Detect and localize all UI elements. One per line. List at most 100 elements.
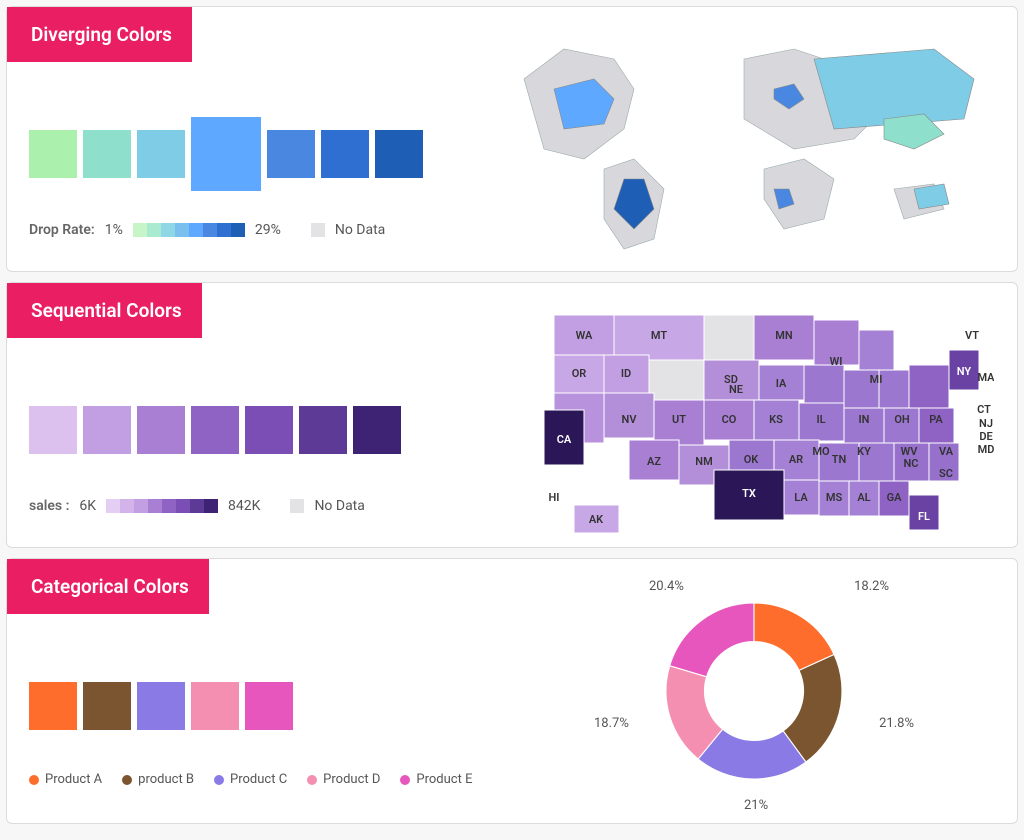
svg-text:NE: NE (729, 383, 743, 396)
nodata-swatch (290, 499, 304, 513)
svg-text:MT: MT (651, 329, 667, 342)
legend-label: Product D (323, 772, 380, 787)
donut-label-d: 18.7% (594, 716, 629, 731)
legend-item: Product D (307, 772, 380, 787)
donut-slice (670, 603, 754, 677)
world-map-area (509, 19, 999, 259)
svg-text:AZ: AZ (647, 455, 661, 468)
color-swatch (375, 130, 423, 178)
color-swatch (29, 682, 77, 730)
donut-label-a: 18.2% (854, 579, 889, 594)
sequential-title-badge: Sequential Colors (7, 283, 202, 338)
color-swatch (29, 406, 77, 454)
diverging-card: Diverging Colors Drop Rate: 1% 29% No Da… (6, 6, 1018, 272)
legend-label: product B (138, 772, 194, 787)
categorical-legend: Product A product B Product C Product D Prod… (29, 772, 509, 787)
sequential-swatches (29, 390, 509, 470)
legend-dot (29, 775, 39, 785)
categorical-swatches (29, 666, 509, 746)
color-swatch (191, 406, 239, 454)
nodata-swatch (311, 223, 325, 237)
svg-text:LA: LA (794, 491, 808, 504)
legend-label: Product E (416, 772, 472, 787)
donut-label-c: 21% (744, 798, 768, 813)
sequential-card: Sequential Colors sales : 6K 842K No Dat… (6, 282, 1018, 548)
color-swatch (321, 130, 369, 178)
color-swatch (299, 406, 347, 454)
color-swatch (191, 117, 261, 191)
svg-text:NV: NV (622, 413, 638, 426)
diverging-swatches (29, 114, 509, 194)
svg-text:OK: OK (744, 453, 760, 466)
legend-item: Product C (214, 772, 287, 787)
svg-text:DE: DE (979, 430, 992, 443)
legend-dot (122, 775, 132, 785)
svg-text:AK: AK (589, 513, 604, 526)
legend-item: Product A (29, 772, 102, 787)
legend-item: Product E (400, 772, 472, 787)
svg-text:GA: GA (887, 491, 902, 504)
legend-dot (214, 775, 224, 785)
color-swatch (83, 130, 131, 178)
svg-text:TX: TX (742, 487, 756, 500)
diverging-low: 1% (105, 222, 123, 238)
svg-text:VT: VT (965, 329, 979, 342)
color-swatch (29, 130, 77, 178)
color-swatch (245, 406, 293, 454)
svg-text:CO: CO (722, 413, 737, 426)
donut-chart-area: 18.2% 21.8% 21% 18.7% 20.4% (509, 571, 999, 811)
svg-text:MA: MA (977, 371, 994, 384)
categorical-card: Categorical Colors Product Aproduct BPro… (6, 558, 1018, 824)
svg-text:NC: NC (904, 457, 919, 470)
color-swatch (353, 406, 401, 454)
svg-text:IL: IL (816, 413, 825, 426)
diverging-legend-key: Drop Rate: (29, 222, 95, 238)
sequential-gradient (106, 499, 218, 513)
color-swatch (83, 406, 131, 454)
us-map-svg: WAMTMN VT ORIDSD WIMI NYMA IA NVUTCO NE … (514, 295, 994, 535)
sequential-high: 842K (228, 498, 260, 514)
svg-text:VA: VA (939, 445, 954, 458)
legend-item: product B (122, 772, 194, 787)
svg-text:IN: IN (859, 413, 870, 426)
legend-dot (307, 775, 317, 785)
svg-text:MD: MD (978, 443, 994, 456)
svg-text:MS: MS (826, 491, 843, 504)
svg-text:MO: MO (812, 445, 830, 458)
color-swatch (191, 682, 239, 730)
sequential-low: 6K (79, 498, 96, 514)
svg-text:OH: OH (894, 413, 910, 426)
diverging-gradient (133, 223, 245, 237)
color-swatch (245, 682, 293, 730)
donut-svg (644, 581, 864, 801)
color-swatch (83, 682, 131, 730)
svg-text:IA: IA (776, 377, 787, 390)
svg-text:AR: AR (789, 453, 803, 466)
svg-text:PA: PA (929, 413, 943, 426)
color-swatch (137, 682, 185, 730)
legend-label: Product C (230, 772, 287, 787)
svg-text:TN: TN (832, 453, 847, 466)
svg-text:FL: FL (918, 510, 930, 523)
svg-text:KY: KY (857, 445, 871, 458)
svg-text:MI: MI (870, 373, 883, 386)
sequential-nodata-label: No Data (314, 498, 364, 514)
diverging-legend: Drop Rate: 1% 29% No Data (29, 222, 509, 238)
diverging-high: 29% (255, 222, 281, 238)
world-map-svg (514, 19, 994, 259)
svg-text:NJ: NJ (979, 417, 993, 430)
sequential-legend-key: sales : (29, 498, 69, 514)
svg-text:HI: HI (549, 491, 560, 504)
svg-text:WA: WA (576, 329, 593, 342)
diverging-nodata-label: No Data (335, 222, 385, 238)
sequential-legend: sales : 6K 842K No Data (29, 498, 509, 514)
donut-label-e: 20.4% (649, 579, 684, 594)
svg-text:NM: NM (695, 455, 712, 468)
us-map-area: WAMTMN VT ORIDSD WIMI NYMA IA NVUTCO NE … (509, 295, 999, 535)
color-swatch (137, 406, 185, 454)
svg-text:SC: SC (939, 467, 953, 480)
legend-dot (400, 775, 410, 785)
svg-text:KS: KS (769, 413, 783, 426)
svg-text:AL: AL (857, 491, 870, 504)
svg-text:CT: CT (977, 403, 991, 416)
